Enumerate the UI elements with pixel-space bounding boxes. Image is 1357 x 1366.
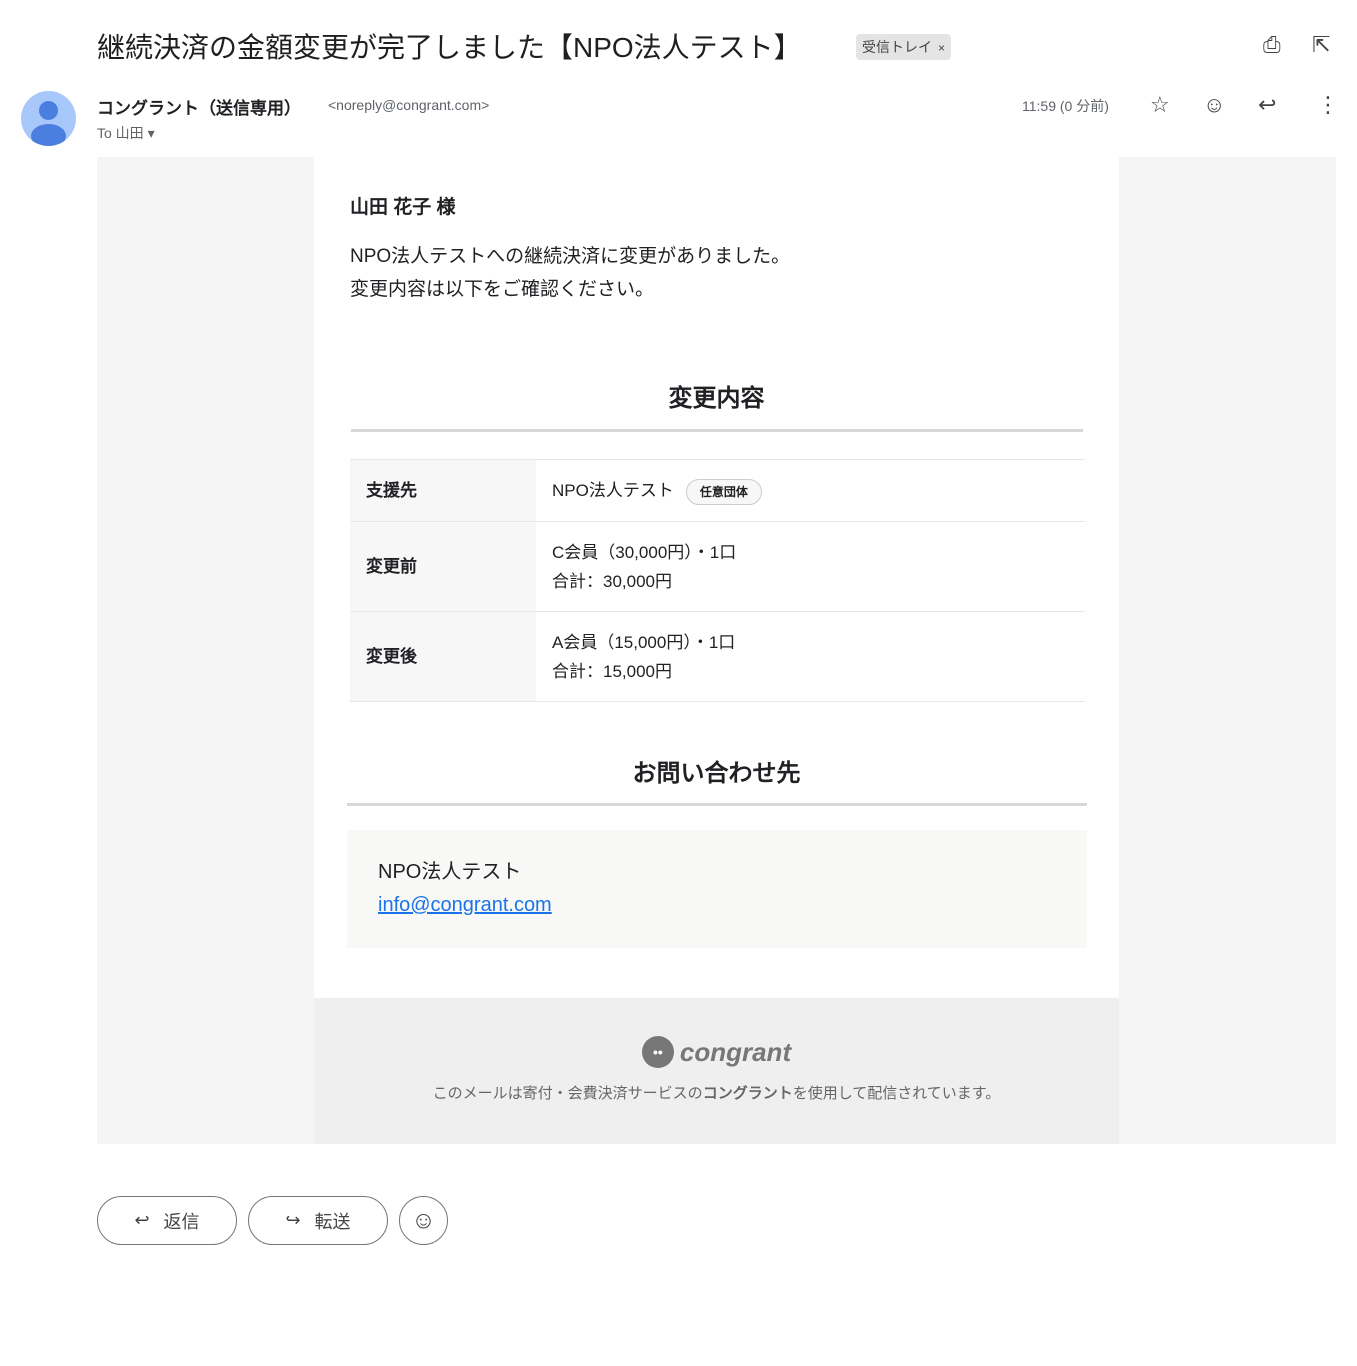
intro-text: NPO法人テストへの継続決済に変更がありました。 変更内容は以下をご確認ください。 bbox=[350, 240, 790, 306]
footer-text-part: を使用して配信されています。 bbox=[792, 1085, 1001, 1102]
congrant-logo: •• congrant bbox=[314, 1036, 1119, 1068]
sender-name: コングラント（送信専用） bbox=[97, 99, 301, 118]
logo-mark-icon: •• bbox=[641, 1036, 674, 1068]
table-row: 変更前 C会員（30,000円）・1口 合計：30,000円 bbox=[350, 521, 1085, 612]
recipients-toggle[interactable]: To 山田 ▾ bbox=[97, 123, 155, 143]
contact-box: NPO法人テスト info@congrant.com bbox=[347, 830, 1087, 948]
sender-email: <noreply@congrant.com> bbox=[328, 97, 490, 113]
timestamp: 11:59 (0 分前) bbox=[1022, 98, 1109, 114]
contact-email-link[interactable]: info@congrant.com bbox=[378, 894, 552, 916]
plan-line: A会員（15,000円）・1口 bbox=[552, 632, 736, 652]
contact-name: NPO法人テスト bbox=[378, 861, 522, 883]
reply-icon[interactable]: ↩ bbox=[1258, 92, 1276, 118]
label-text: 受信トレイ bbox=[862, 39, 932, 55]
greeting: 山田 花子 様 bbox=[350, 197, 456, 218]
divider bbox=[351, 429, 1083, 432]
row-key: 変更後 bbox=[350, 611, 536, 702]
table-row: 変更後 A会員（15,000円）・1口 合計：15,000円 bbox=[350, 611, 1085, 702]
email-footer: •• congrant このメールは寄付・会費決済サービスのコングラントを使用して… bbox=[314, 998, 1119, 1144]
emoji-icon: ☺ bbox=[411, 1206, 436, 1234]
remove-label-icon[interactable]: × bbox=[938, 41, 945, 55]
open-new-window-icon[interactable]: ⇱ bbox=[1312, 32, 1330, 58]
intro-line: 変更内容は以下をご確認ください。 bbox=[350, 279, 655, 300]
emoji-react-button[interactable]: ☺ bbox=[399, 1196, 448, 1245]
total-line: 合計：30,000円 bbox=[552, 571, 672, 591]
row-value: NPO法人テスト 任意団体 bbox=[536, 459, 1085, 522]
reply-icon: ↩ bbox=[134, 1210, 150, 1230]
row-value: A会員（15,000円）・1口 合計：15,000円 bbox=[536, 611, 1085, 702]
section-title-changes: 変更内容 bbox=[668, 385, 765, 412]
section-title-contact: お問い合わせ先 bbox=[632, 760, 801, 787]
table-row: 支援先 NPO法人テスト 任意団体 bbox=[350, 459, 1085, 522]
footer-brand: コングラント bbox=[702, 1085, 793, 1102]
changes-table: 支援先 NPO法人テスト 任意団体 変更前 C会員（30,000円）・1口 合計：30,… bbox=[350, 459, 1085, 702]
row-key: 変更前 bbox=[350, 521, 536, 612]
intro-line: NPO法人テストへの継続決済に変更がありました。 bbox=[350, 246, 791, 267]
avatar bbox=[21, 91, 76, 146]
forward-button[interactable]: ↪ 転送 bbox=[248, 1196, 388, 1245]
footer-text-part: このメールは寄付・会費決済サービスの bbox=[432, 1085, 703, 1102]
footer-text: このメールは寄付・会費決済サービスのコングラントを使用して配信されています。 bbox=[314, 1082, 1119, 1103]
more-options-icon[interactable]: ⋮ bbox=[1317, 92, 1339, 118]
inbox-label[interactable]: 受信トレイ × bbox=[856, 34, 952, 60]
divider bbox=[347, 803, 1087, 806]
plan-line: C会員（30,000円）・1口 bbox=[552, 542, 737, 562]
forward-label: 転送 bbox=[314, 1211, 351, 1232]
print-icon[interactable]: ⎙ bbox=[1263, 32, 1281, 58]
total-line: 合計：15,000円 bbox=[552, 661, 672, 681]
org-name: NPO法人テスト bbox=[552, 481, 674, 500]
emoji-react-icon[interactable]: ☺ bbox=[1203, 92, 1225, 118]
org-type-badge: 任意団体 bbox=[685, 478, 762, 505]
recipients: To 山田 bbox=[97, 125, 144, 141]
email-subject: 継続決済の金額変更が完了しました【NPO法人テスト】 bbox=[97, 32, 802, 63]
forward-icon: ↪ bbox=[285, 1210, 301, 1230]
reply-button[interactable]: ↩ 返信 bbox=[97, 1196, 237, 1245]
logo-text: congrant bbox=[679, 1036, 792, 1067]
row-value: C会員（30,000円）・1口 合計：30,000円 bbox=[536, 521, 1085, 612]
row-key: 支援先 bbox=[350, 459, 536, 522]
star-icon[interactable]: ☆ bbox=[1150, 92, 1170, 118]
reply-label: 返信 bbox=[163, 1211, 200, 1232]
